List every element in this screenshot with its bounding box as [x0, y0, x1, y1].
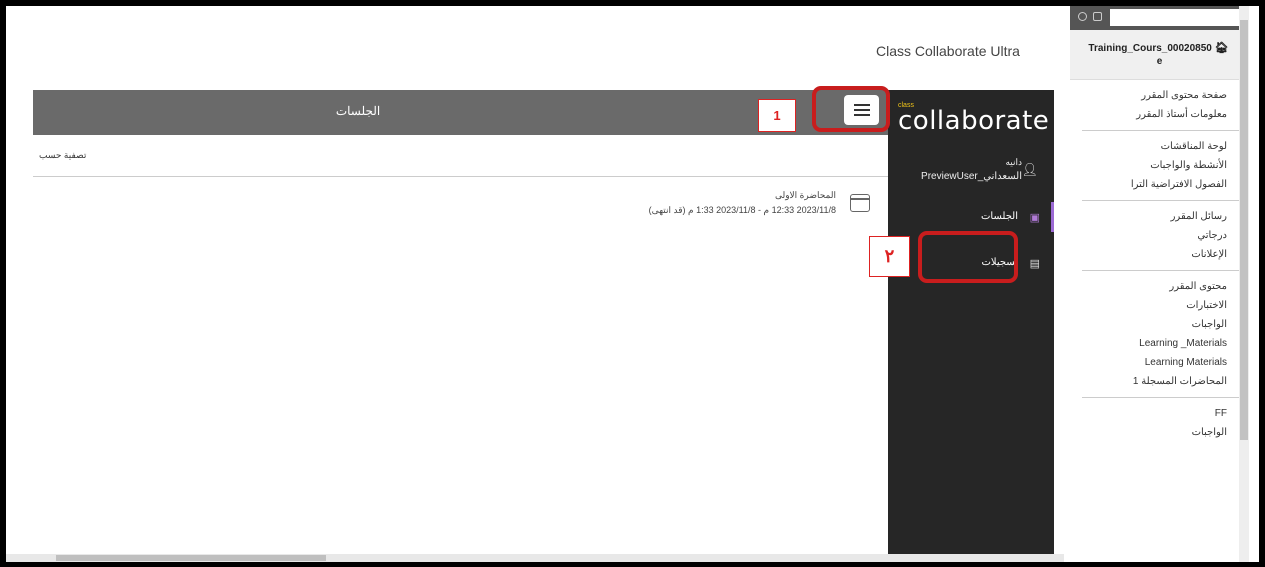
folder-icon[interactable]: [1093, 12, 1102, 21]
scrollbar-thumb[interactable]: [56, 555, 326, 561]
app-title: Class Collaborate Ultra: [876, 43, 1020, 59]
course-menu-item[interactable]: معلومات أستاذ المقرر: [1090, 105, 1227, 124]
menu-scrollbar[interactable]: [1239, 6, 1249, 562]
course-menu-item[interactable]: الفصول الافتراضية الترا: [1090, 175, 1227, 194]
horizontal-scrollbar[interactable]: [6, 554, 1064, 562]
annotation-box-2: [918, 231, 1018, 283]
course-menu-group: صفحة محتوى المقرر معلومات أستاذ المقرر: [1082, 80, 1241, 131]
course-menu-item[interactable]: الواجبات: [1090, 315, 1227, 334]
session-dates: 2023/11/8 12:33 م - 2023/11/8 1:33 م (قد…: [648, 205, 836, 215]
nav-item-sessions[interactable]: ▣ الجلسات: [888, 202, 1054, 232]
sessions-icon: ▣: [1029, 212, 1040, 224]
course-menu-item[interactable]: صفحة محتوى المقرر: [1090, 86, 1227, 105]
course-menu-item[interactable]: FF: [1090, 404, 1227, 423]
course-menu-group: محتوى المقرر الاختبارات الواجبات Learning _…: [1082, 271, 1241, 398]
nav-sessions-label: الجلسات: [981, 211, 1018, 222]
logo-text: collaborate: [898, 106, 1050, 136]
course-menu-groups: صفحة محتوى المقرر معلومات أستاذ المقرر لوح…: [1070, 80, 1249, 448]
menu-search-field[interactable]: [1110, 9, 1245, 26]
calendar-icon: [850, 194, 870, 212]
course-menu-item[interactable]: الأنشطة والواجبات: [1090, 156, 1227, 175]
user-first-name: دانيه: [1005, 157, 1022, 167]
filter-by-label[interactable]: تصفية حسب: [39, 150, 86, 161]
menu-toolbar: [1070, 6, 1249, 30]
course-menu-item[interactable]: رسائل المقرر: [1090, 207, 1227, 226]
course-menu-item[interactable]: لوحة المناقشات: [1090, 137, 1227, 156]
user-icon: 👤︎: [1021, 162, 1038, 177]
annotation-number-1: 1: [758, 99, 796, 132]
active-indicator: [1051, 202, 1054, 232]
course-menu-item[interactable]: Learning Materials: [1090, 353, 1227, 372]
session-name: المحاضرة الاولى: [774, 190, 836, 200]
course-menu-item[interactable]: المحاضرات المسجلة 1: [1090, 372, 1227, 391]
refresh-icon[interactable]: [1078, 12, 1087, 21]
home-icon: 🏠︎: [1214, 41, 1229, 54]
divider: [33, 176, 889, 177]
user-profile[interactable]: 👤︎ دانيه السعداني_PreviewUser: [888, 154, 1054, 190]
course-menu-item[interactable]: Learning _Materials: [1090, 334, 1227, 353]
course-menu-item[interactable]: الواجبات: [1090, 423, 1227, 442]
course-title: 🏠︎ Training_Cours_00020850 e: [1085, 42, 1235, 68]
course-menu-item[interactable]: درجاتي: [1090, 226, 1227, 245]
collaborate-side-panel: class collaborate 👤︎ دانيه السعداني_Prev…: [888, 90, 1054, 562]
course-id-suffix: e: [1156, 55, 1163, 67]
user-name: السعداني_PreviewUser: [921, 171, 1022, 182]
course-menu-group: لوحة المناقشات الأنشطة والواجبات الفصول ال…: [1082, 131, 1241, 201]
course-menu-group: رسائل المقرر درجاتي الإعلانات: [1082, 201, 1241, 271]
sessions-title: الجلسات: [335, 104, 381, 118]
course-menu-item[interactable]: محتوى المقرر: [1090, 277, 1227, 296]
annotation-box-1: [812, 86, 890, 132]
annotation-number-2: ٢: [869, 236, 910, 277]
browser-frame: Class Collaborate Ultra الجلسات تصفية حس…: [6, 6, 1259, 562]
course-header[interactable]: 🏠︎ Training_Cours_00020850 e: [1070, 30, 1249, 80]
course-menu-item[interactable]: الإعلانات: [1090, 245, 1227, 264]
course-menu-group: FF الواجبات: [1082, 398, 1241, 448]
course-menu-item[interactable]: الاختبارات: [1090, 296, 1227, 315]
course-id: Training_Cours_00020850: [1088, 42, 1212, 54]
recordings-icon: ▤: [1029, 258, 1040, 270]
course-menu: 🏠︎ Training_Cours_00020850 e صفحة محتوى …: [1070, 6, 1249, 562]
